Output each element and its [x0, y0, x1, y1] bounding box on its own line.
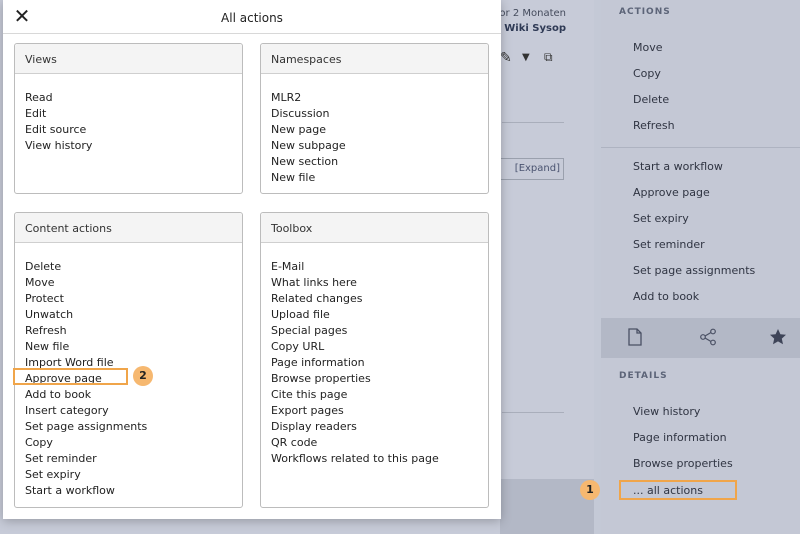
action-read[interactable]: Read: [25, 90, 242, 106]
action-new-subpage[interactable]: New subpage: [271, 138, 488, 154]
details-heading: DETAILS: [619, 371, 668, 381]
action-new-section[interactable]: New section: [271, 154, 488, 170]
tool-page-information[interactable]: Page information: [271, 355, 488, 371]
action-delete[interactable]: Delete: [25, 259, 242, 275]
tool-workflows-related[interactable]: Workflows related to this page: [271, 451, 488, 467]
dialog-title: All actions: [221, 11, 283, 25]
content-actions-panel: Content actions Delete Move Protect Unwa…: [14, 212, 243, 508]
panel-title: Namespaces: [261, 44, 488, 74]
page-icon[interactable]: [628, 328, 642, 351]
namespace-mlr2[interactable]: MLR2: [271, 90, 488, 106]
sidebar-item-delete[interactable]: Delete: [633, 93, 669, 106]
divider: [502, 122, 564, 123]
edit-icon[interactable]: ✎: [500, 50, 512, 66]
tool-qr-code[interactable]: QR code: [271, 435, 488, 451]
panel-title: Views: [15, 44, 242, 74]
toolbox-list: E-Mail What links here Related changes U…: [261, 243, 488, 467]
action-unwatch[interactable]: Unwatch: [25, 307, 242, 323]
sidebar-item-refresh[interactable]: Refresh: [633, 119, 675, 132]
tool-copy-url[interactable]: Copy URL: [271, 339, 488, 355]
action-insert-category[interactable]: Insert category: [25, 403, 242, 419]
sidebar-divider: [601, 147, 800, 148]
revision-user[interactable]: Wiki Sysop: [504, 23, 566, 34]
action-set-reminder[interactable]: Set reminder: [25, 451, 242, 467]
action-edit[interactable]: Edit: [25, 106, 242, 122]
namespace-discussion[interactable]: Discussion: [271, 106, 488, 122]
sidebar-icon-bar: [601, 318, 800, 358]
sidebar-item-browse-properties[interactable]: Browse properties: [633, 457, 733, 470]
action-refresh[interactable]: Refresh: [25, 323, 242, 339]
toolbox-panel: Toolbox E-Mail What links here Related c…: [260, 212, 489, 508]
sidebar-item-start-workflow[interactable]: Start a workflow: [633, 160, 723, 173]
all-actions-link[interactable]: ... all actions: [619, 480, 737, 500]
tool-related-changes[interactable]: Related changes: [271, 291, 488, 307]
tool-browse-properties[interactable]: Browse properties: [271, 371, 488, 387]
action-edit-source[interactable]: Edit source: [25, 122, 242, 138]
sidebar-item-approve-page[interactable]: Approve page: [633, 186, 710, 199]
callout-badge-1: 1: [580, 480, 600, 500]
sidebar-item-page-information[interactable]: Page information: [633, 431, 727, 444]
divider: [502, 412, 564, 413]
action-set-expiry[interactable]: Set expiry: [25, 467, 242, 483]
action-move[interactable]: Move: [25, 275, 242, 291]
panel-title: Content actions: [15, 213, 242, 243]
callout-badge-2: 2: [133, 366, 153, 386]
action-new-file[interactable]: New file: [25, 339, 242, 355]
action-new-file[interactable]: New file: [271, 170, 488, 186]
action-set-page-assignments[interactable]: Set page assignments: [25, 419, 242, 435]
sidebar-item-set-expiry[interactable]: Set expiry: [633, 212, 689, 225]
sidebar-item-move[interactable]: Move: [633, 41, 663, 54]
star-icon[interactable]: [769, 328, 787, 351]
action-copy[interactable]: Copy: [25, 435, 242, 451]
action-view-history[interactable]: View history: [25, 138, 242, 154]
sidebar-item-set-page-assignments[interactable]: Set page assignments: [633, 264, 755, 277]
sidebar-item-set-reminder[interactable]: Set reminder: [633, 238, 705, 251]
tool-what-links-here[interactable]: What links here: [271, 275, 488, 291]
expand-button[interactable]: [Expand]: [500, 158, 564, 180]
action-add-to-book[interactable]: Add to book: [25, 387, 242, 403]
action-start-workflow[interactable]: Start a workflow: [25, 483, 242, 499]
approve-page-highlight: [13, 368, 128, 385]
tool-cite-this-page[interactable]: Cite this page: [271, 387, 488, 403]
tool-export-pages[interactable]: Export pages: [271, 403, 488, 419]
panel-title: Toolbox: [261, 213, 488, 243]
tool-display-readers[interactable]: Display readers: [271, 419, 488, 435]
views-panel: Views Read Edit Edit source View history: [14, 43, 243, 194]
tool-upload-file[interactable]: Upload file: [271, 307, 488, 323]
action-new-page[interactable]: New page: [271, 122, 488, 138]
sidebar-item-add-to-book[interactable]: Add to book: [633, 290, 699, 303]
action-protect[interactable]: Protect: [25, 291, 242, 307]
views-list: Read Edit Edit source View history: [15, 74, 242, 154]
namespaces-list: MLR2 Discussion New page New subpage New…: [261, 74, 488, 186]
chevron-down-icon[interactable]: ▼: [522, 52, 530, 63]
actions-sidebar: ACTIONS Move Copy Delete Refresh Start a…: [601, 0, 800, 534]
namespaces-panel: Namespaces MLR2 Discussion New page New …: [260, 43, 489, 194]
all-actions-dialog: ✕ All actions Views Read Edit Edit sourc…: [3, 0, 501, 519]
tool-email[interactable]: E-Mail: [271, 259, 488, 275]
sidebar-item-copy[interactable]: Copy: [633, 67, 661, 80]
dialog-header: ✕ All actions: [3, 0, 501, 34]
share-icon[interactable]: [699, 328, 717, 351]
actions-heading: ACTIONS: [619, 7, 671, 17]
tool-special-pages[interactable]: Special pages: [271, 323, 488, 339]
sidebar-item-view-history[interactable]: View history: [633, 405, 700, 418]
popout-icon[interactable]: ⧉: [544, 50, 553, 65]
